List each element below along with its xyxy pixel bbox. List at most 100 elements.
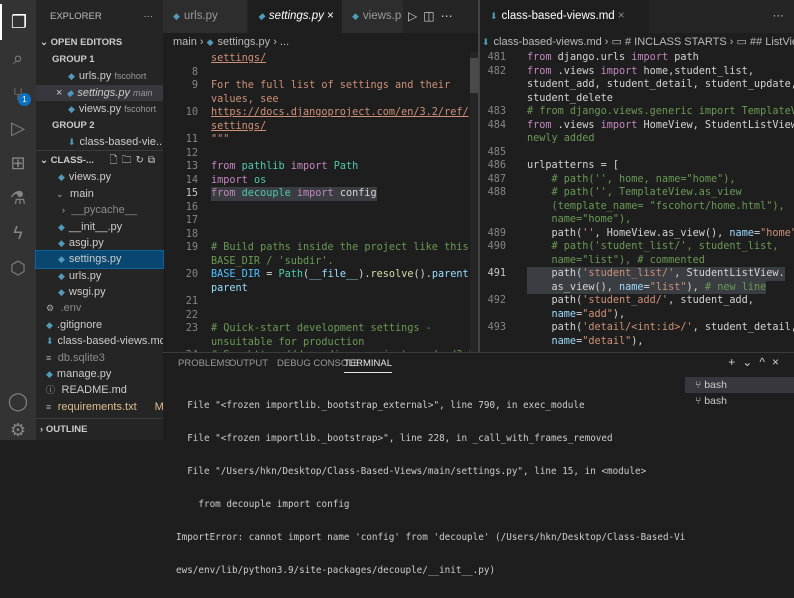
code-line: settings/ — [211, 52, 266, 66]
thunder-client-icon[interactable]: ϟ — [0, 215, 36, 251]
py-icon: ◆ — [46, 369, 53, 379]
open-editor-views[interactable]: ◆views.pyfscohort — [36, 101, 163, 117]
code-token: config — [340, 188, 377, 199]
terminal-instance[interactable]: ⑂ bash — [685, 377, 794, 393]
line-number: 18 — [168, 228, 198, 242]
extensions-icon[interactable]: ⊞ — [0, 145, 36, 181]
maximize-panel-icon[interactable]: ^ — [759, 355, 772, 369]
search-icon[interactable]: ⌕ — [0, 40, 36, 76]
code-token: as_view(), — [527, 282, 619, 293]
run-debug-icon[interactable]: ▷ — [0, 110, 36, 146]
tree-item[interactable]: ⓘ README.md — [36, 382, 163, 398]
open-editor-markdown[interactable]: ⬇class-based-vie... — [36, 134, 163, 150]
testing-icon[interactable]: ⚗ — [0, 180, 36, 216]
line-number: 483 — [480, 105, 506, 119]
line-number: 21 — [168, 295, 198, 309]
tree-item[interactable]: ⚙ .env — [36, 300, 163, 316]
code-token: import — [601, 66, 644, 77]
code-token: , HomeView.as_view(), — [594, 228, 729, 239]
more-icon[interactable]: ⋯ — [441, 9, 459, 23]
tree-item[interactable]: ⬇class-based-views.md — [36, 333, 163, 349]
tree-item[interactable]: ◆manage.py — [36, 366, 163, 382]
line-number: 9 — [168, 79, 198, 93]
crumb-file[interactable]: class-based-views.md — [494, 36, 602, 48]
editor-actions[interactable]: ▷◫⋯ — [404, 0, 459, 33]
code-line: path('student_add/', student_add, — [527, 294, 754, 308]
tree-item[interactable]: ◆settings.py — [36, 251, 163, 267]
gear-icon: ⚙ — [46, 303, 57, 313]
tree-item-label: .env — [61, 302, 82, 314]
close-icon[interactable]: × — [56, 87, 62, 99]
tree-item[interactable]: ◆wsgi.py — [36, 284, 163, 300]
breadcrumb: main › ◆settings.py › ... — [163, 33, 478, 51]
editor2-code[interactable]: 481from django.urls import path482from .… — [480, 51, 794, 352]
code-token: , student_detail, — [693, 322, 794, 333]
tree-item[interactable]: ◆urls.py — [36, 268, 163, 284]
code-line: name="add"), — [527, 308, 625, 322]
project-section[interactable]: ⌄ CLASS-...🗋🗀↻⧉ — [36, 150, 163, 169]
line-number: 491 — [480, 267, 506, 281]
crumb-file[interactable]: settings.py — [218, 36, 271, 48]
tab-class-based-views[interactable]: ⬇class-based-views.md × — [480, 0, 650, 33]
tree-item[interactable]: ◆.gitignore — [36, 317, 163, 333]
crumb-heading[interactable]: # INCLASS STARTS — [625, 36, 727, 48]
new-terminal-icon[interactable]: + — [728, 355, 742, 369]
source-control-icon[interactable]: ⑂1 — [0, 76, 36, 112]
settings-gear-icon[interactable]: ⚙ — [0, 412, 36, 448]
tab-settings[interactable]: ◆settings.py × — [248, 0, 342, 33]
file-name: views.py — [79, 103, 121, 115]
tree-item[interactable]: › __pycache__ — [36, 202, 163, 218]
tree-item[interactable]: ≡ requirements.txtM — [36, 399, 163, 415]
tab-problems[interactable]: PROBLEMS — [178, 358, 231, 369]
tree-item[interactable]: ◆asgi.py — [36, 235, 163, 251]
md-icon: ⬇ — [46, 336, 54, 346]
line-number: 20 — [168, 268, 198, 282]
code-token: # path('student_list/', student_list, — [527, 241, 778, 252]
tree-item[interactable]: ◆views.py — [36, 169, 163, 185]
crumb-symbol[interactable]: ... — [280, 36, 289, 48]
more-actions-icon[interactable]: ··· — [144, 0, 154, 33]
code-token: path( — [527, 268, 582, 279]
open-editor-settings[interactable]: ×◆settings.pymain — [36, 85, 163, 101]
terminal-output[interactable]: File "<frozen importlib._bootstrap_exter… — [176, 378, 685, 598]
tab-terminal[interactable]: TERMINAL — [344, 358, 392, 373]
terminal-icon: ⑂ — [695, 395, 704, 407]
tree-item[interactable]: ≡ db.sqlite3 — [36, 350, 163, 366]
split-editor-icon[interactable]: ◫ — [423, 9, 440, 23]
line-number: 485 — [480, 146, 506, 160]
code-line: # path('', home, name="home"), — [527, 173, 736, 187]
code-token: # path('', home, name="home"), — [527, 174, 736, 185]
crumb-folder[interactable]: main — [173, 36, 197, 48]
editor1-code[interactable]: settings/89For the full list of settings… — [163, 52, 478, 352]
crumb-heading[interactable]: ## ListView — [750, 36, 794, 48]
explorer-actions[interactable]: 🗋🗀↻⧉ — [109, 151, 159, 169]
code-token: BASE_DIR — [211, 269, 260, 280]
more-icon[interactable]: ··· — [773, 0, 794, 33]
tree-item[interactable]: ◆__init__.py — [36, 219, 163, 235]
explorer-title: EXPLORER — [50, 11, 102, 22]
close-icon[interactable]: × — [327, 10, 334, 22]
python-file-icon: ◆ — [66, 88, 73, 98]
code-token: from — [211, 161, 242, 172]
close-panel-icon[interactable]: × — [772, 355, 786, 369]
explorer-icon[interactable]: ❐ — [0, 4, 36, 40]
tab-views[interactable]: ◆views.p — [342, 0, 404, 33]
tab-output[interactable]: OUTPUT — [229, 358, 268, 369]
terminal-dropdown-icon[interactable]: ⌄ — [742, 355, 759, 369]
tab-urls[interactable]: ◆urls.py — [163, 0, 248, 33]
code-token: ), — [631, 336, 643, 347]
terminal-instance[interactable]: ⑂ bash — [685, 393, 794, 409]
open-editors-section[interactable]: ⌄ OPEN EDITORS — [36, 33, 163, 52]
remote-explorer-icon[interactable]: ⬡ — [0, 250, 36, 286]
tree-item[interactable]: ⌄ main — [36, 186, 163, 202]
outline-section[interactable]: › OUTLINE — [36, 418, 163, 440]
tab-label: settings.py — [269, 10, 324, 22]
editor1-scrollbar[interactable] — [470, 52, 478, 352]
code-token: name — [729, 228, 754, 239]
code-line: import os — [211, 174, 266, 188]
open-editor-urls[interactable]: ◆urls.pyfscohort — [36, 68, 163, 84]
code-token: BASE_DIR / 'subdir'. — [211, 256, 334, 267]
close-icon[interactable]: × — [618, 10, 625, 22]
run-icon[interactable]: ▷ — [408, 9, 423, 23]
line-number: 489 — [480, 227, 506, 241]
